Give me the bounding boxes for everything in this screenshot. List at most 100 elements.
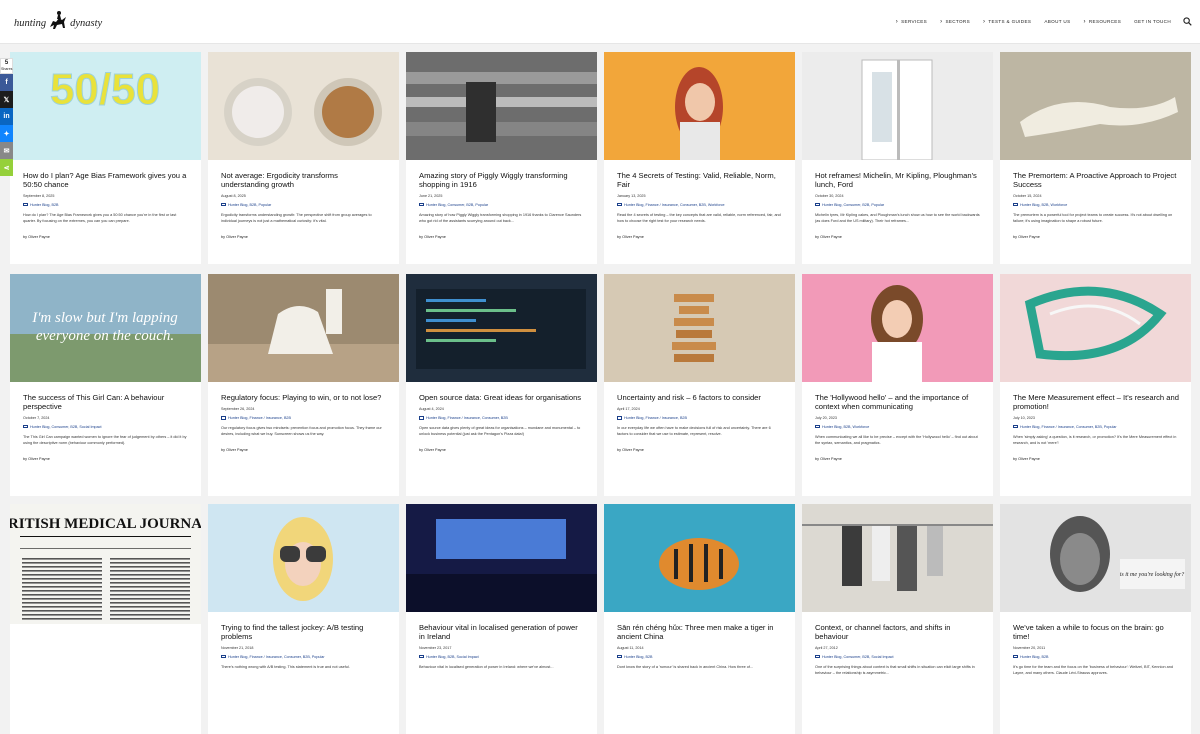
post-thumbnail[interactable] xyxy=(802,274,993,382)
site-logo[interactable]: hunting dynasty xyxy=(14,9,102,29)
post-thumbnail[interactable] xyxy=(604,274,795,382)
post-categories[interactable]: Hunter Blog, Finance / Insurance, Consum… xyxy=(617,203,783,207)
post-title[interactable]: Behaviour vital in localised generation … xyxy=(419,623,585,642)
post-author[interactable]: by Oliver Payne xyxy=(815,457,981,461)
post-title[interactable]: Regulatory focus: Playing to win, or to … xyxy=(221,393,387,403)
post-card[interactable]: Not average: Ergodicity transforms under… xyxy=(208,52,399,264)
nav-item-get-in-touch[interactable]: Get in touch xyxy=(1134,19,1171,24)
post-card[interactable]: The 4 Secrets of Testing: Valid, Reliabl… xyxy=(604,52,795,264)
post-title[interactable]: Hot reframes! Michelin, Mr Kipling, Plou… xyxy=(815,171,981,190)
post-card[interactable]: 50/50 How do I plan? Age Bias Framework g… xyxy=(10,52,201,264)
post-author[interactable]: by Oliver Payne xyxy=(815,235,981,239)
nav-item-services[interactable]: › Services xyxy=(896,19,927,25)
post-categories-text[interactable]: Hunter Blog, Finance / Insurance, Consum… xyxy=(228,655,325,659)
post-thumbnail[interactable] xyxy=(406,504,597,612)
post-categories-text[interactable]: Hunter Blog, B2B, Workforce xyxy=(822,425,869,429)
search-icon[interactable] xyxy=(1183,17,1192,26)
post-categories[interactable]: Hunter Blog, Consumer, B2B, Social Impac… xyxy=(815,655,981,659)
post-card[interactable]: Behaviour vital in localised generation … xyxy=(406,504,597,734)
post-card[interactable]: Trying to find the tallest jockey: A/B t… xyxy=(208,504,399,734)
post-categories[interactable]: Hunter Blog, Finance / Insurance, Consum… xyxy=(1013,425,1179,429)
nav-item-about-us[interactable]: About us xyxy=(1044,19,1070,24)
post-thumbnail[interactable] xyxy=(406,52,597,160)
post-title[interactable]: The Mere Measurement effect – It's resea… xyxy=(1013,393,1179,412)
post-categories-text[interactable]: Hunter Blog, Consumer, B2B, Popular xyxy=(822,203,884,207)
post-title[interactable]: How do I plan? Age Bias Framework gives … xyxy=(23,171,189,190)
post-author[interactable]: by Oliver Payne xyxy=(23,235,189,239)
post-card[interactable]: Amazing story of Piggly Wiggly transform… xyxy=(406,52,597,264)
post-thumbnail[interactable] xyxy=(208,52,399,160)
post-categories-text[interactable]: Hunter Blog, Consumer, B2B, Social Impac… xyxy=(822,655,894,659)
post-thumbnail[interactable]: is it me you're looking for? xyxy=(1000,504,1191,612)
post-card[interactable]: Uncertainty and risk – 6 factors to cons… xyxy=(604,274,795,496)
post-categories-text[interactable]: Hunter Blog, B2B, Social Impact xyxy=(426,655,479,659)
post-thumbnail[interactable] xyxy=(1000,52,1191,160)
email-share-button[interactable]: ✉ xyxy=(0,142,13,159)
post-card[interactable]: The Premortem: A Proactive Approach to P… xyxy=(1000,52,1191,264)
post-author[interactable]: by Oliver Payne xyxy=(617,448,783,452)
post-title[interactable]: Context, or channel factors, and shifts … xyxy=(815,623,981,642)
post-categories[interactable]: Hunter Blog, Finance / Insurance, B2B xyxy=(221,416,387,420)
post-title[interactable]: The 4 Secrets of Testing: Valid, Reliabl… xyxy=(617,171,783,190)
post-card[interactable]: BRITISH MEDICAL JOURNAL xyxy=(10,504,201,734)
nav-item-resources[interactable]: › Resources xyxy=(1084,19,1122,25)
post-author[interactable]: by Oliver Payne xyxy=(419,448,585,452)
post-card[interactable]: The 'Hollywood hello' – and the importan… xyxy=(802,274,993,496)
post-thumbnail[interactable] xyxy=(802,504,993,612)
post-card[interactable]: I'm slow but I'm lapping everyone on the … xyxy=(10,274,201,496)
post-thumbnail[interactable] xyxy=(802,52,993,160)
post-thumbnail[interactable] xyxy=(604,52,795,160)
post-card[interactable]: Context, or channel factors, and shifts … xyxy=(802,504,993,734)
post-author[interactable]: by Oliver Payne xyxy=(1013,235,1179,239)
post-author[interactable]: by Oliver Payne xyxy=(419,235,585,239)
post-categories[interactable]: Hunter Blog, B2B, Social Impact xyxy=(419,655,585,659)
post-card[interactable]: The Mere Measurement effect – It's resea… xyxy=(1000,274,1191,496)
post-title[interactable]: Not average: Ergodicity transforms under… xyxy=(221,171,387,190)
post-title[interactable]: We've taken a while to focus on the brai… xyxy=(1013,623,1179,642)
post-categories[interactable]: Hunter Blog, B2B, Workforce xyxy=(1013,203,1179,207)
post-title[interactable]: The success of This Girl Can: A behaviou… xyxy=(23,393,189,412)
post-categories-text[interactable]: Hunter Blog, B2B, Popular xyxy=(228,203,271,207)
post-title[interactable]: Sān rén chéng hǔx: Three men make a tige… xyxy=(617,623,783,642)
post-categories-text[interactable]: Hunter Blog, Finance / Insurance, Consum… xyxy=(426,416,508,420)
post-title[interactable]: The 'Hollywood hello' – and the importan… xyxy=(815,393,981,412)
post-categories-text[interactable]: Hunter Blog, Finance / Insurance, Consum… xyxy=(624,203,725,207)
nav-item-sectors[interactable]: › Sectors xyxy=(940,19,970,25)
post-categories[interactable]: Hunter Blog, B2B xyxy=(1013,655,1179,659)
x-share-button[interactable]: 𝕏 xyxy=(0,91,13,108)
post-card[interactable]: Sān rén chéng hǔx: Three men make a tige… xyxy=(604,504,795,734)
post-author[interactable]: by Oliver Payne xyxy=(221,235,387,239)
post-title[interactable]: Open source data: Great ideas for organi… xyxy=(419,393,585,403)
post-categories[interactable]: Hunter Blog, B2B, Popular xyxy=(221,203,387,207)
post-categories[interactable]: Hunter Blog, Consumer, B2B, Popular xyxy=(419,203,585,207)
nav-item-tests-guides[interactable]: › Tests & Guides xyxy=(983,19,1031,25)
bluesky-share-button[interactable]: ✦ xyxy=(0,125,13,142)
post-thumbnail[interactable] xyxy=(1000,274,1191,382)
post-card[interactable]: Regulatory focus: Playing to win, or to … xyxy=(208,274,399,496)
post-author[interactable]: by Oliver Payne xyxy=(1013,457,1179,461)
post-author[interactable]: by Oliver Payne xyxy=(23,457,189,461)
post-categories-text[interactable]: Hunter Blog, B2B xyxy=(1020,655,1049,659)
post-thumbnail[interactable] xyxy=(208,504,399,612)
post-author[interactable]: by Oliver Payne xyxy=(617,235,783,239)
post-thumbnail[interactable] xyxy=(208,274,399,382)
post-card[interactable]: Hot reframes! Michelin, Mr Kipling, Plou… xyxy=(802,52,993,264)
post-categories[interactable]: Hunter Blog, Finance / Insurance, Consum… xyxy=(221,655,387,659)
post-thumbnail[interactable] xyxy=(604,504,795,612)
post-thumbnail[interactable]: BRITISH MEDICAL JOURNAL xyxy=(10,504,201,624)
post-title[interactable]: Uncertainty and risk – 6 factors to cons… xyxy=(617,393,783,403)
post-categories-text[interactable]: Hunter Blog, B2B, Workforce xyxy=(1020,203,1067,207)
post-categories[interactable]: Hunter Blog, B2B, Workforce xyxy=(815,425,981,429)
post-card[interactable]: is it me you're looking for? We've taken … xyxy=(1000,504,1191,734)
post-categories-text[interactable]: Hunter Blog, Consumer, B2B, Popular xyxy=(426,203,488,207)
sharethis-share-button[interactable]: ⋖ xyxy=(0,159,13,176)
post-categories[interactable]: Hunter Blog, B2B xyxy=(617,655,783,659)
post-categories-text[interactable]: Hunter Blog, Finance / Insurance, B2B xyxy=(228,416,291,420)
post-card[interactable]: Open source data: Great ideas for organi… xyxy=(406,274,597,496)
post-title[interactable]: Trying to find the tallest jockey: A/B t… xyxy=(221,623,387,642)
post-categories[interactable]: Hunter Blog, Finance / Insurance, B2B xyxy=(617,416,783,420)
post-author[interactable]: by Oliver Payne xyxy=(221,448,387,452)
post-thumbnail[interactable] xyxy=(406,274,597,382)
post-categories[interactable]: Hunter Blog, Consumer, B2B, Social Impac… xyxy=(23,425,189,429)
post-title[interactable]: The Premortem: A Proactive Approach to P… xyxy=(1013,171,1179,190)
